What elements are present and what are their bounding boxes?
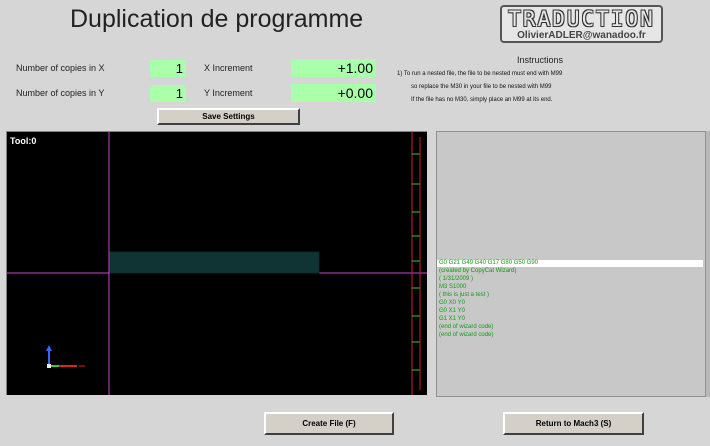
gcode-line: M3 S1000 (439, 284, 467, 290)
traduction-logo: TRADUCTION OlivierADLER@wanadoo.fr (500, 5, 663, 43)
y-increment-input[interactable] (291, 84, 376, 102)
return-to-mach3-button[interactable]: Return to Mach3 (S) (503, 412, 644, 435)
toolpath-display[interactable]: Tool:0 (6, 131, 427, 395)
logo-text: TRADUCTION (508, 7, 655, 31)
save-settings-button[interactable]: Save Settings (157, 108, 300, 125)
gcode-line: G0 X0 Y0 (439, 300, 465, 306)
toolpath-canvas (7, 132, 427, 395)
gcode-line: G1 X1 Y0 (439, 316, 465, 322)
instruction-line: so replace the M30 in your file to be ne… (411, 84, 552, 90)
x-increment-input[interactable] (291, 59, 376, 77)
copies-x-input[interactable] (150, 60, 186, 77)
copies-y-input[interactable] (150, 85, 186, 102)
instruction-line: If the file has no M30, simply place an … (411, 97, 553, 103)
gcode-line: (end of wizard code) (439, 324, 494, 330)
create-file-button[interactable]: Create File (F) (264, 412, 394, 435)
material-box (109, 251, 320, 274)
gcode-line: G0 X1 Y0 (439, 308, 465, 314)
x-increment-label: X Increment (204, 63, 253, 73)
y-increment-label: Y Increment (204, 88, 253, 98)
page-title: Duplication de programme (70, 5, 364, 33)
gcode-line: ( this is just a test ) (439, 292, 490, 298)
gcode-viewer[interactable]: G0 G21 G49 G40 G17 G80 G50 G90 (created … (436, 131, 706, 397)
gcode-line-current: G0 G21 G49 G40 G17 G80 G50 G90 (437, 260, 703, 268)
gcode-line: ( 1/31/2009 ) (439, 276, 474, 282)
instruction-line: 1) To run a nested file, the file to be … (397, 71, 563, 77)
gcode-line: (created by CopyCat Wizard) (439, 268, 517, 274)
instructions-title: Instructions (516, 55, 564, 65)
copies-y-label: Number of copies in Y (16, 88, 105, 98)
gcode-line: (end of wizard code) (439, 332, 494, 338)
gcode-scrollbar[interactable] (706, 131, 710, 397)
axis-gizmo-icon (46, 345, 85, 368)
copies-x-label: Number of copies in X (16, 63, 105, 73)
logo-email: OlivierADLER@wanadoo.fr (517, 30, 646, 41)
